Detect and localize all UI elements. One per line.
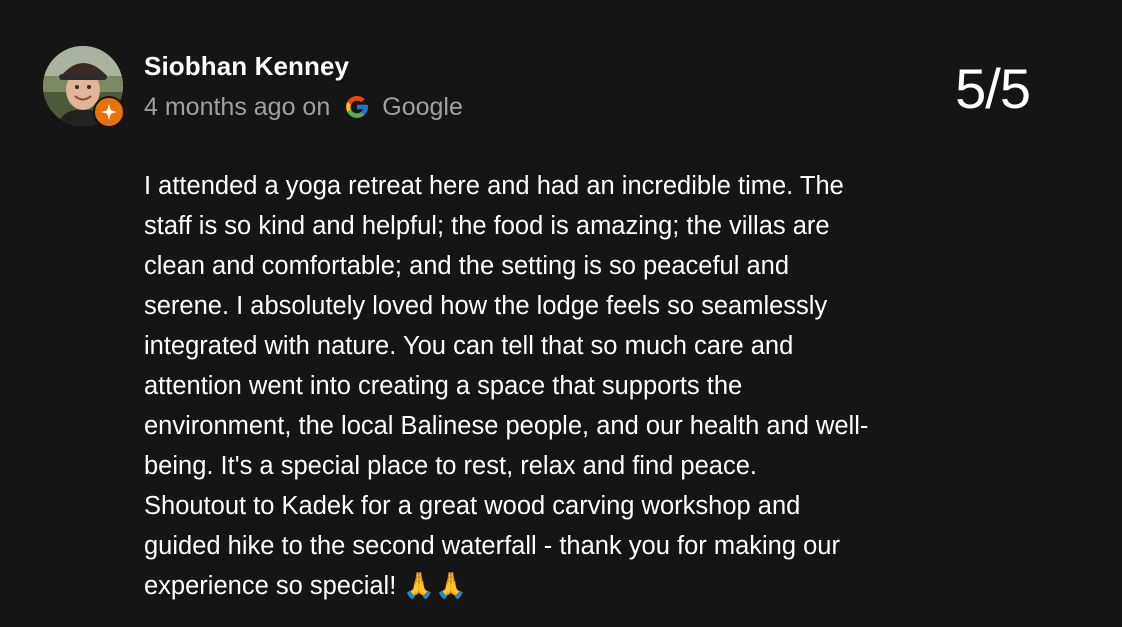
review-card: Siobhan Kenney 4 months ago on Google 5/… [0, 0, 1122, 627]
reviewer-name[interactable]: Siobhan Kenney [144, 51, 349, 82]
reviewer-avatar[interactable] [43, 46, 125, 128]
local-guide-badge-icon [93, 96, 125, 128]
google-logo-icon [344, 94, 370, 120]
review-rating: 5/5 [955, 57, 1031, 120]
review-text: I attended a yoga retreat here and had a… [144, 172, 869, 600]
review-time: 4 months ago on [144, 92, 331, 121]
review-source[interactable]: Google [382, 93, 463, 122]
review-meta: 4 months ago on Google [144, 90, 463, 124]
